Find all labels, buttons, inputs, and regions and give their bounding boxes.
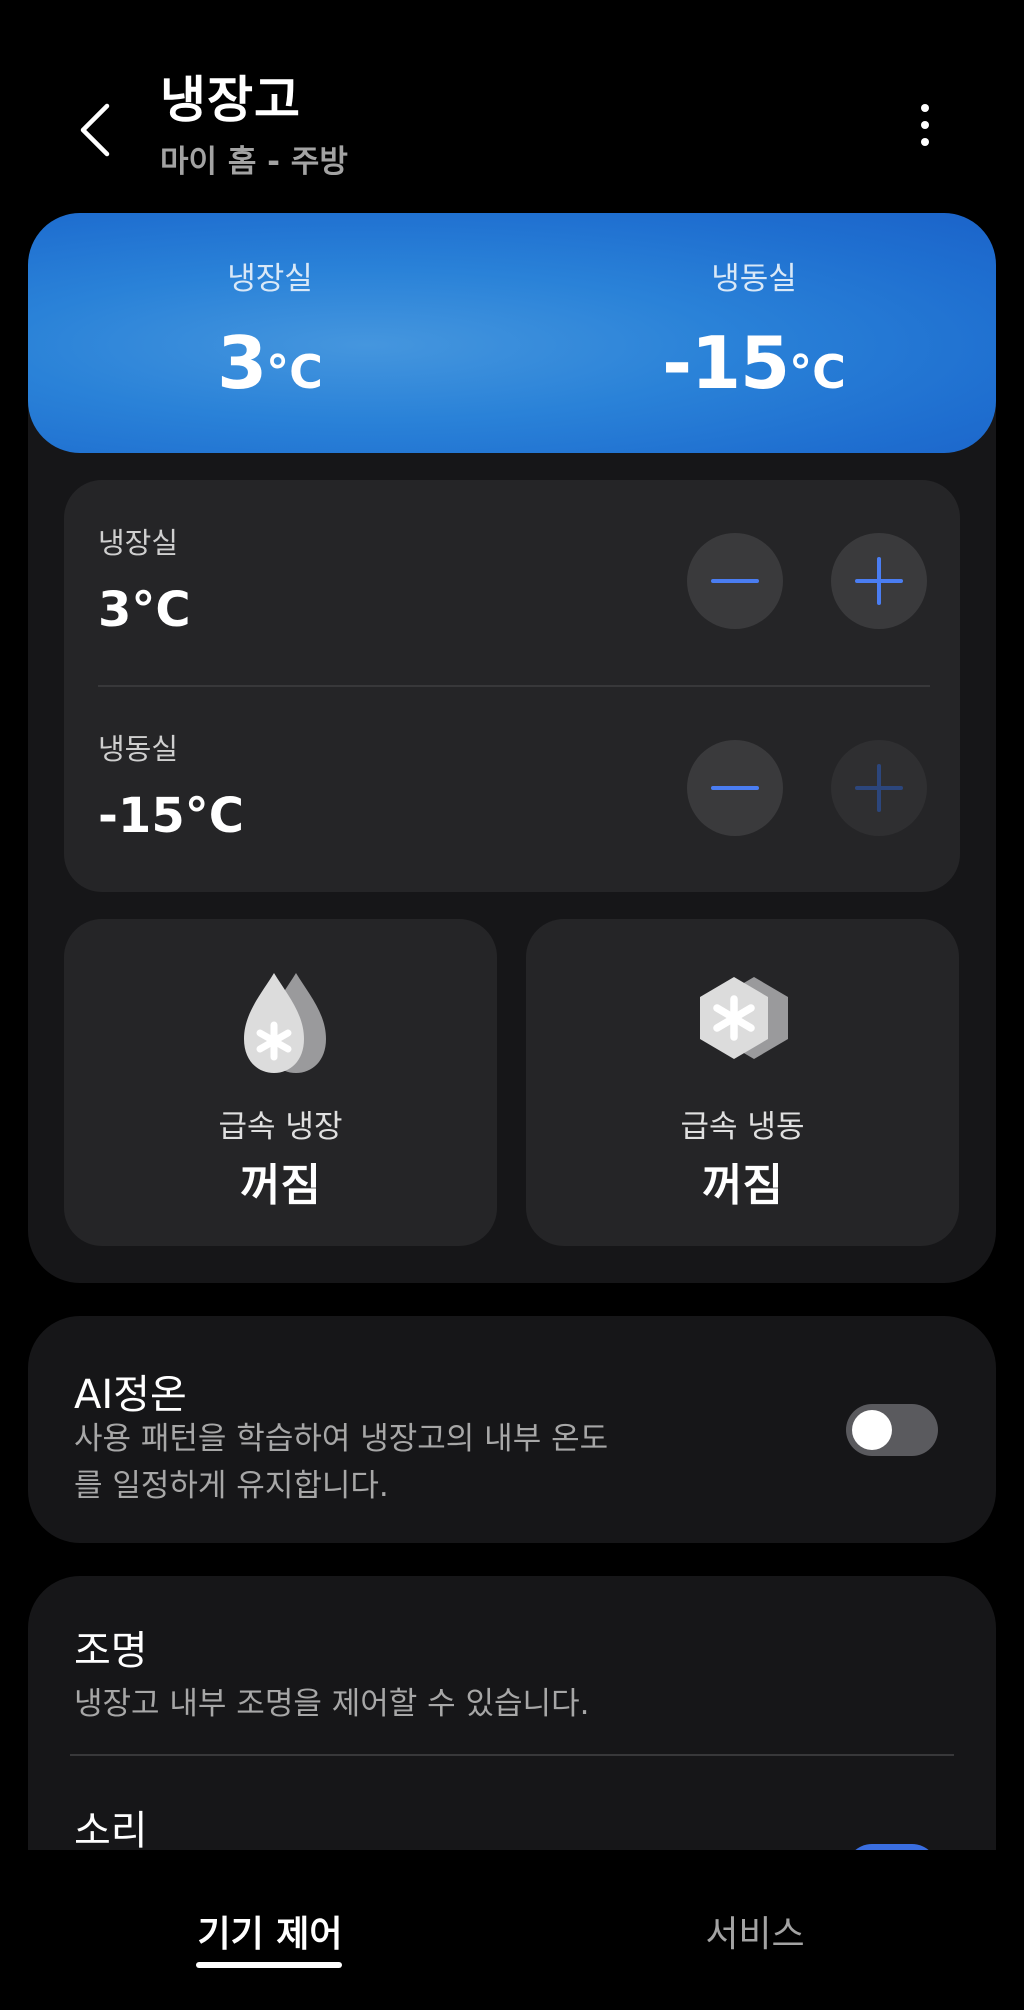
chevron-left-icon (80, 103, 110, 157)
freezer-label: 냉동실 (98, 732, 179, 766)
ai-temperature-card: AI정온 사용 패턴을 학습하여 냉장고의 내부 온도를 일정하게 유지합니다. (28, 1316, 996, 1543)
ai-description: 사용 패턴을 학습하여 냉장고의 내부 온도를 일정하게 유지합니다. (74, 1421, 609, 1504)
rapid-freeze-label: 급속 냉동 (680, 1109, 805, 1145)
more-dot-icon (921, 138, 929, 146)
light-description: 냉장고 내부 조명을 제어할 수 있습니다. (74, 1686, 590, 1722)
page-title: 냉장고 (160, 71, 301, 129)
freezer-temp-value: -15°C (98, 788, 244, 844)
ai-toggle-switch[interactable] (846, 1404, 938, 1456)
bottom-navigation: 기기 제어 서비스 (0, 1850, 1024, 2010)
rapid-freeze-tile[interactable]: 급속 냉동 꺼짐 (526, 919, 959, 1246)
light-title[interactable]: 조명 (74, 1618, 148, 1676)
banner-fridge-label: 냉장실 (227, 261, 313, 297)
banner-freezer: 냉동실 -15°C (512, 213, 996, 453)
minus-icon (711, 786, 759, 790)
freezer-decrease-button[interactable] (687, 740, 783, 836)
temperature-control-box: 냉장실 3°C 냉동실 -15°C (64, 480, 960, 892)
fridge-temp-value: 3°C (98, 582, 191, 638)
toggle-knob (852, 1410, 892, 1450)
active-tab-indicator (196, 1962, 342, 1968)
tab-service[interactable]: 서비스 (620, 1905, 890, 1957)
settings-divider (70, 1754, 954, 1756)
rapid-cool-drop-icon (244, 973, 326, 1073)
tab-device-control[interactable]: 기기 제어 (140, 1905, 400, 1957)
rapid-freeze-state: 꺼짐 (702, 1160, 783, 1211)
ai-title: AI정온 (74, 1372, 187, 1418)
fridge-decrease-button[interactable] (687, 533, 783, 629)
fridge-label: 냉장실 (98, 526, 179, 560)
rapid-freeze-hexagon-icon (700, 977, 788, 1059)
banner-fridge-temp: 3°C (28, 321, 512, 405)
fridge-increase-button[interactable] (831, 533, 927, 629)
banner-freezer-value: -15 (662, 321, 790, 405)
row-divider (98, 685, 930, 687)
sound-title[interactable]: 소리 (74, 1798, 148, 1856)
more-dot-icon (921, 121, 929, 129)
page-subtitle: 마이 홈 - 주방 (160, 144, 348, 180)
banner-freezer-unit: °C (789, 345, 846, 399)
back-button[interactable] (60, 90, 130, 170)
more-options-button[interactable] (900, 90, 950, 160)
banner-fridge: 냉장실 3°C (28, 213, 512, 453)
banner-fridge-unit: °C (266, 345, 323, 399)
minus-icon (711, 579, 759, 583)
temperature-summary-banner: 냉장실 3°C 냉동실 -15°C (28, 213, 996, 453)
banner-freezer-label: 냉동실 (711, 261, 797, 297)
more-dot-icon (921, 104, 929, 112)
app-header: 냉장고 마이 홈 - 주방 (0, 0, 1024, 200)
plus-icon (855, 764, 903, 812)
banner-freezer-temp: -15°C (512, 321, 996, 405)
banner-fridge-value: 3 (217, 321, 267, 405)
rapid-cool-label: 급속 냉장 (218, 1109, 343, 1145)
plus-icon (855, 557, 903, 605)
freezer-increase-button[interactable] (831, 740, 927, 836)
rapid-cool-state: 꺼짐 (240, 1160, 321, 1211)
rapid-cool-tile[interactable]: 급속 냉장 꺼짐 (64, 919, 497, 1246)
